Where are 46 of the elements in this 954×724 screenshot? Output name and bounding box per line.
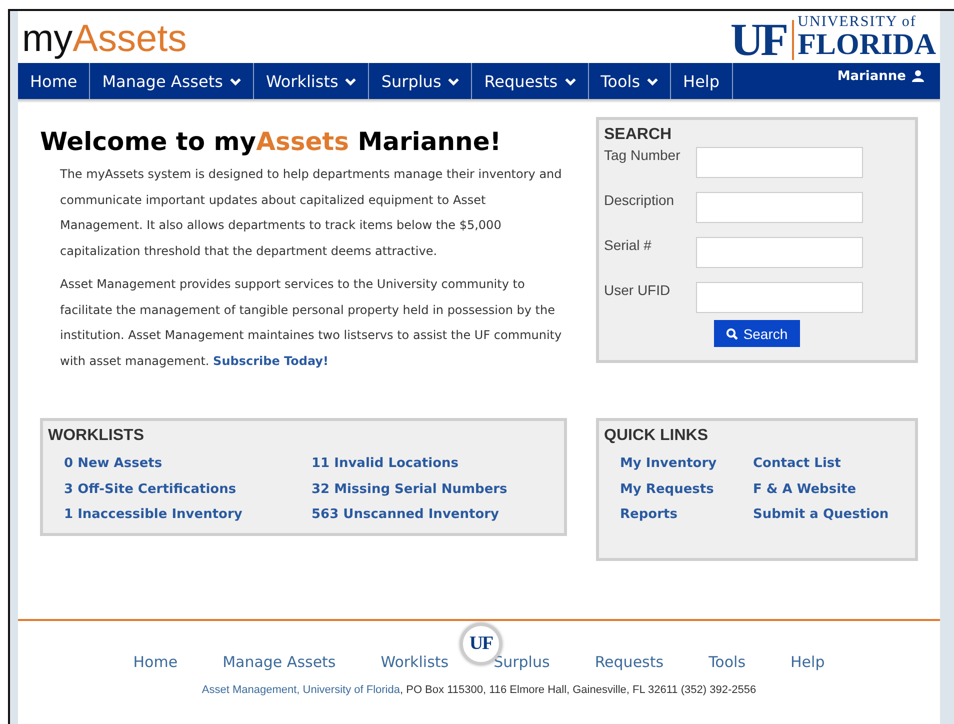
footer-link[interactable]: Tools	[708, 653, 746, 671]
footer-link[interactable]: Requests	[594, 653, 664, 671]
footer-link[interactable]: Help	[790, 653, 825, 671]
quick-link[interactable]: Contact List	[753, 451, 886, 476]
field-label: User UFID	[604, 282, 672, 298]
input-field[interactable]	[696, 282, 863, 313]
quick-link[interactable]: My Requests	[620, 476, 753, 502]
person-icon	[912, 70, 924, 82]
chevron-down-icon	[230, 76, 241, 86]
quick-link[interactable]: F & A Website	[753, 476, 886, 502]
user-menu[interactable]: Marianne	[837, 63, 940, 99]
app-logo[interactable]: myAssets	[22, 20, 187, 58]
worklist-link[interactable]: 11 Invalid Locations	[312, 451, 559, 476]
intro-paragraph: Asset Management provides support services to the University community to facilitate the management of tangible personal property held in possession by the institution. Asset Management maintaines two listservs to assist the UF community with asset management. Subscribe Today!	[60, 276, 563, 370]
footer-link[interactable]: Worklists	[380, 653, 449, 671]
input-field[interactable]	[696, 192, 863, 223]
chevron-down-icon	[647, 76, 658, 86]
field-label: Serial #	[604, 237, 652, 253]
panel-title: QUICK LINKS	[604, 427, 709, 445]
footer-address-link[interactable]: Asset Management, University of Florida	[202, 684, 400, 696]
intro-paragraph: The myAssets system is designed to help departments manage their inventory and communicate important updates about capitalized equipment to Asset Management. It also allows departments to track items below the $5,000 capitalization threshold that the department deems attractive.	[60, 166, 563, 260]
field-label: Description	[604, 192, 676, 208]
chevron-down-icon	[448, 76, 460, 86]
input-field[interactable]	[696, 147, 863, 178]
chevron-down-icon	[564, 76, 576, 86]
input-field[interactable]	[696, 237, 863, 268]
welcome-heading: Welcome to myAssets Marianne!	[40, 127, 502, 156]
worklist-link[interactable]: 32 Missing Serial Numbers	[312, 476, 559, 502]
footer-link[interactable]: Manage Assets	[222, 653, 336, 671]
footer-link[interactable]: Home	[133, 653, 178, 671]
field-label: Tag Number	[604, 147, 682, 163]
quick-link[interactable]: Reports	[620, 502, 753, 528]
chevron-down-icon	[345, 76, 356, 86]
quick-link[interactable]: My Inventory	[620, 451, 753, 476]
worklist-link[interactable]: 3 Off-Site Certifications	[64, 476, 312, 502]
footer-address: Asset Management, University of Florida, PO Box 115300, 116 Elmore Hall, Gainesville, FL 32611 (352) 392-2556	[202, 684, 756, 696]
subscribe-link[interactable]: Subscribe Today!	[213, 354, 328, 368]
panel-title: WORKLISTS	[48, 427, 145, 445]
worklist-link[interactable]: 563 Unscanned Inventory	[312, 502, 559, 528]
worklist-link[interactable]: 1 Inaccessible Inventory	[64, 502, 312, 528]
quick-link[interactable]: Submit a Question	[753, 502, 886, 528]
footer-link[interactable]: Surplus	[494, 653, 550, 671]
worklist-link[interactable]: 0 New Assets	[64, 451, 312, 476]
search-button[interactable]: Search	[714, 320, 800, 347]
search-icon	[726, 328, 738, 340]
panel-title: SEARCH	[604, 126, 673, 144]
